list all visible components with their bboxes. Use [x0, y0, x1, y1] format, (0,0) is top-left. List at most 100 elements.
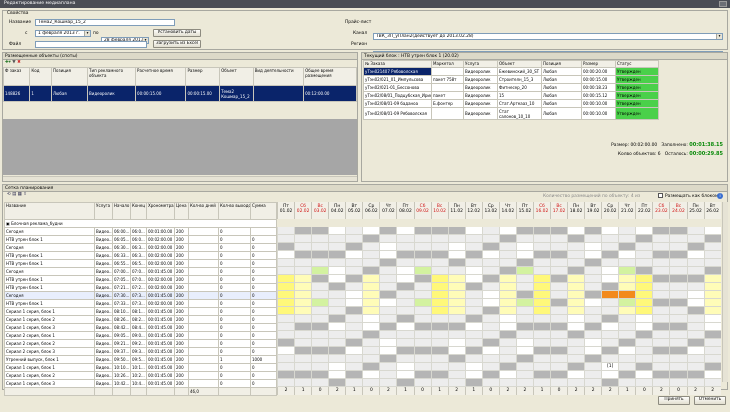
calendar-cell[interactable] — [618, 379, 636, 387]
calendar-cell[interactable] — [379, 307, 397, 315]
column-header[interactable]: Конец — [130, 202, 147, 220]
calendar-cell[interactable] — [396, 307, 414, 315]
calendar-cell[interactable] — [532, 291, 550, 299]
calendar-cell[interactable] — [635, 323, 653, 331]
day-header[interactable]: Пт 01.02 — [277, 202, 295, 219]
day-header[interactable]: Сб 09.02 — [413, 202, 431, 219]
calendar-cell[interactable] — [584, 243, 602, 251]
day-header[interactable]: Сб 16.02 — [532, 202, 550, 219]
table-row[interactable]: Сериал 2 серия, блок 1 Видео... 09:05... 09… — [4, 331, 277, 340]
calendar-cell[interactable] — [601, 251, 619, 259]
calendar-cell[interactable] — [447, 283, 465, 291]
day-header[interactable]: Чт 07.02 — [379, 202, 397, 219]
calendar-cell[interactable] — [669, 299, 687, 307]
calendar-cell[interactable] — [567, 339, 585, 347]
calendar-cell[interactable] — [618, 355, 636, 363]
calendar-cell[interactable] — [567, 299, 585, 307]
calendar-cell[interactable] — [447, 275, 465, 283]
calendar-cell[interactable] — [703, 323, 721, 331]
calendar-cell[interactable] — [584, 339, 602, 347]
calendar-cell[interactable] — [379, 347, 397, 355]
calendar-cell[interactable] — [652, 331, 670, 339]
calendar-cell[interactable] — [618, 291, 636, 299]
calendar-cell[interactable] — [652, 227, 670, 235]
calendar-cell[interactable] — [447, 339, 465, 347]
calendar-cell[interactable] — [345, 291, 363, 299]
calendar-cell[interactable] — [515, 355, 533, 363]
calendar-cell[interactable] — [294, 275, 312, 283]
export-icon[interactable]: ⇪ — [23, 192, 27, 197]
calendar-cell[interactable] — [498, 291, 516, 299]
calendar-cell[interactable] — [686, 283, 704, 291]
calendar-cell[interactable] — [532, 259, 550, 267]
calendar-cell[interactable] — [601, 259, 619, 267]
calendar-cell[interactable] — [635, 251, 653, 259]
calendar-cell[interactable] — [584, 267, 602, 275]
calendar-cell[interactable] — [584, 299, 602, 307]
calendar-cell[interactable] — [635, 267, 653, 275]
calendar-cell[interactable] — [635, 331, 653, 339]
calendar-cell[interactable] — [481, 315, 499, 323]
calendar-cell[interactable] — [464, 283, 482, 291]
calendar-cell[interactable] — [567, 251, 585, 259]
calendar-cell[interactable] — [294, 371, 312, 379]
calendar-cell[interactable] — [532, 379, 550, 387]
print-icon[interactable]: ▦ — [18, 192, 22, 197]
calendar-cell[interactable] — [635, 227, 653, 235]
calendar-cell[interactable] — [447, 243, 465, 251]
calendar-cell[interactable] — [652, 243, 670, 251]
calendar-cell[interactable] — [669, 331, 687, 339]
calendar-cell[interactable] — [362, 371, 380, 379]
calendar-cell[interactable] — [277, 371, 295, 379]
calendar-cell[interactable] — [584, 315, 602, 323]
calendar-cell[interactable] — [277, 235, 295, 243]
calendar-cell[interactable] — [584, 251, 602, 259]
calendar-cell[interactable] — [345, 259, 363, 267]
calendar-cell[interactable] — [464, 347, 482, 355]
calendar-cell[interactable] — [396, 251, 414, 259]
day-header[interactable]: Вс 10.02 — [430, 202, 448, 219]
calendar-cell[interactable] — [618, 227, 636, 235]
calendar-cell[interactable] — [618, 243, 636, 251]
calendar-cell[interactable] — [294, 259, 312, 267]
calendar-cell[interactable] — [601, 243, 619, 251]
calendar-cell[interactable] — [618, 259, 636, 267]
calendar-cell[interactable] — [464, 371, 482, 379]
calendar-cell[interactable] — [652, 355, 670, 363]
calendar-cell[interactable] — [328, 323, 346, 331]
calendar-cell[interactable] — [328, 243, 346, 251]
calendar-cell[interactable] — [532, 251, 550, 259]
calendar-cell[interactable] — [328, 299, 346, 307]
calendar-cell[interactable] — [550, 267, 568, 275]
calendar-cell[interactable] — [430, 323, 448, 331]
calendar-cell[interactable] — [413, 291, 431, 299]
calendar-cell[interactable] — [294, 227, 312, 235]
calendar-cell[interactable] — [618, 363, 636, 371]
set-dates-button[interactable]: Установить даты — [153, 29, 201, 37]
calendar-cell[interactable] — [413, 363, 431, 371]
calendar-cell[interactable] — [532, 267, 550, 275]
calendar-cell[interactable] — [379, 251, 397, 259]
calendar-cell[interactable] — [584, 227, 602, 235]
calendar-cell[interactable] — [430, 251, 448, 259]
calendar-cell[interactable] — [362, 315, 380, 323]
calendar-cell[interactable] — [703, 355, 721, 363]
calendar-cell[interactable] — [430, 291, 448, 299]
calendar-cell[interactable] — [635, 299, 653, 307]
calendar-cell[interactable] — [669, 291, 687, 299]
calendar-cell[interactable] — [584, 371, 602, 379]
calendar-cell[interactable] — [447, 227, 465, 235]
calendar-cell[interactable] — [362, 299, 380, 307]
calendar-cell[interactable] — [328, 291, 346, 299]
calendar-cell[interactable] — [498, 299, 516, 307]
calendar-cell[interactable] — [345, 315, 363, 323]
calendar-cell[interactable] — [618, 283, 636, 291]
calendar-cell[interactable] — [362, 291, 380, 299]
calendar-cell[interactable] — [430, 299, 448, 307]
column-header[interactable]: № Заказа — [363, 60, 432, 68]
calendar-cell[interactable] — [635, 283, 653, 291]
calendar-cell[interactable] — [550, 243, 568, 251]
calendar-cell[interactable] — [601, 235, 619, 243]
column-header[interactable]: Начало — [112, 202, 131, 220]
calendar-cell[interactable] — [481, 235, 499, 243]
